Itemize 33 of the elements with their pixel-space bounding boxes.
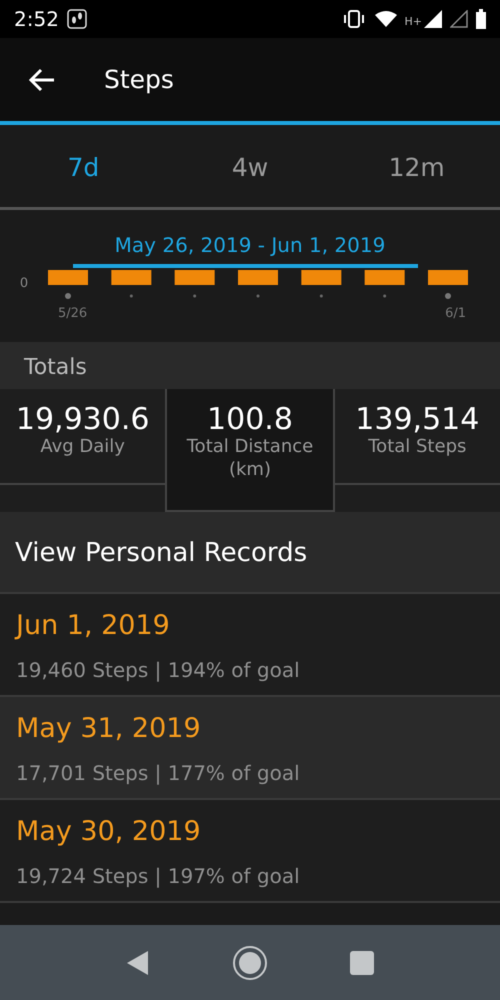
stat-value: 100.8 — [206, 403, 294, 436]
screen-title: Steps — [104, 64, 174, 96]
clock-time: 2:52 — [14, 6, 59, 33]
stat-label: Avg Daily — [39, 436, 126, 458]
signal-icon — [424, 10, 442, 28]
back-icon[interactable] — [126, 950, 150, 976]
stat-value: 139,514 — [354, 403, 480, 436]
stat-label: Total Distance (km) — [186, 436, 314, 481]
period-tab[interactable]: 12m — [333, 125, 500, 213]
axis-label: 6/1 — [445, 305, 466, 323]
home-icon[interactable] — [232, 944, 268, 980]
day-row[interactable]: May 31, 2019 17,701 Steps | 177% of goal — [0, 697, 500, 800]
day-date: May 30, 2019 — [16, 815, 202, 849]
day-summary: 17,701 Steps | 177% of goal — [16, 760, 301, 787]
day-date: May 31, 2019 — [16, 712, 202, 746]
back-arrow-icon[interactable] — [28, 68, 56, 92]
recents-icon[interactable] — [350, 950, 374, 974]
period-tab[interactable]: 4w — [166, 125, 334, 213]
signal-icon — [450, 10, 468, 28]
network-type: H+ — [404, 14, 422, 30]
personal-records-link[interactable]: View Personal Records — [0, 512, 500, 594]
axis-label: 5/26 — [58, 305, 88, 323]
stat-value: 19,930.6 — [14, 403, 150, 436]
date-range: May 26, 2019 - Jun 1, 2019 — [114, 232, 386, 259]
wifi-icon — [374, 11, 396, 27]
axis-label: 0 — [18, 275, 30, 293]
day-summary: 19,460 Steps | 194% of goal — [16, 656, 301, 684]
battery-icon — [476, 9, 486, 29]
day-summary: 19,724 Steps | 197% of goal — [16, 862, 301, 890]
day-date: Jun 1, 2019 — [16, 609, 171, 643]
footprints-icon — [66, 9, 87, 29]
stat-label: Total Steps — [367, 436, 468, 458]
section-heading: Totals — [0, 342, 500, 389]
